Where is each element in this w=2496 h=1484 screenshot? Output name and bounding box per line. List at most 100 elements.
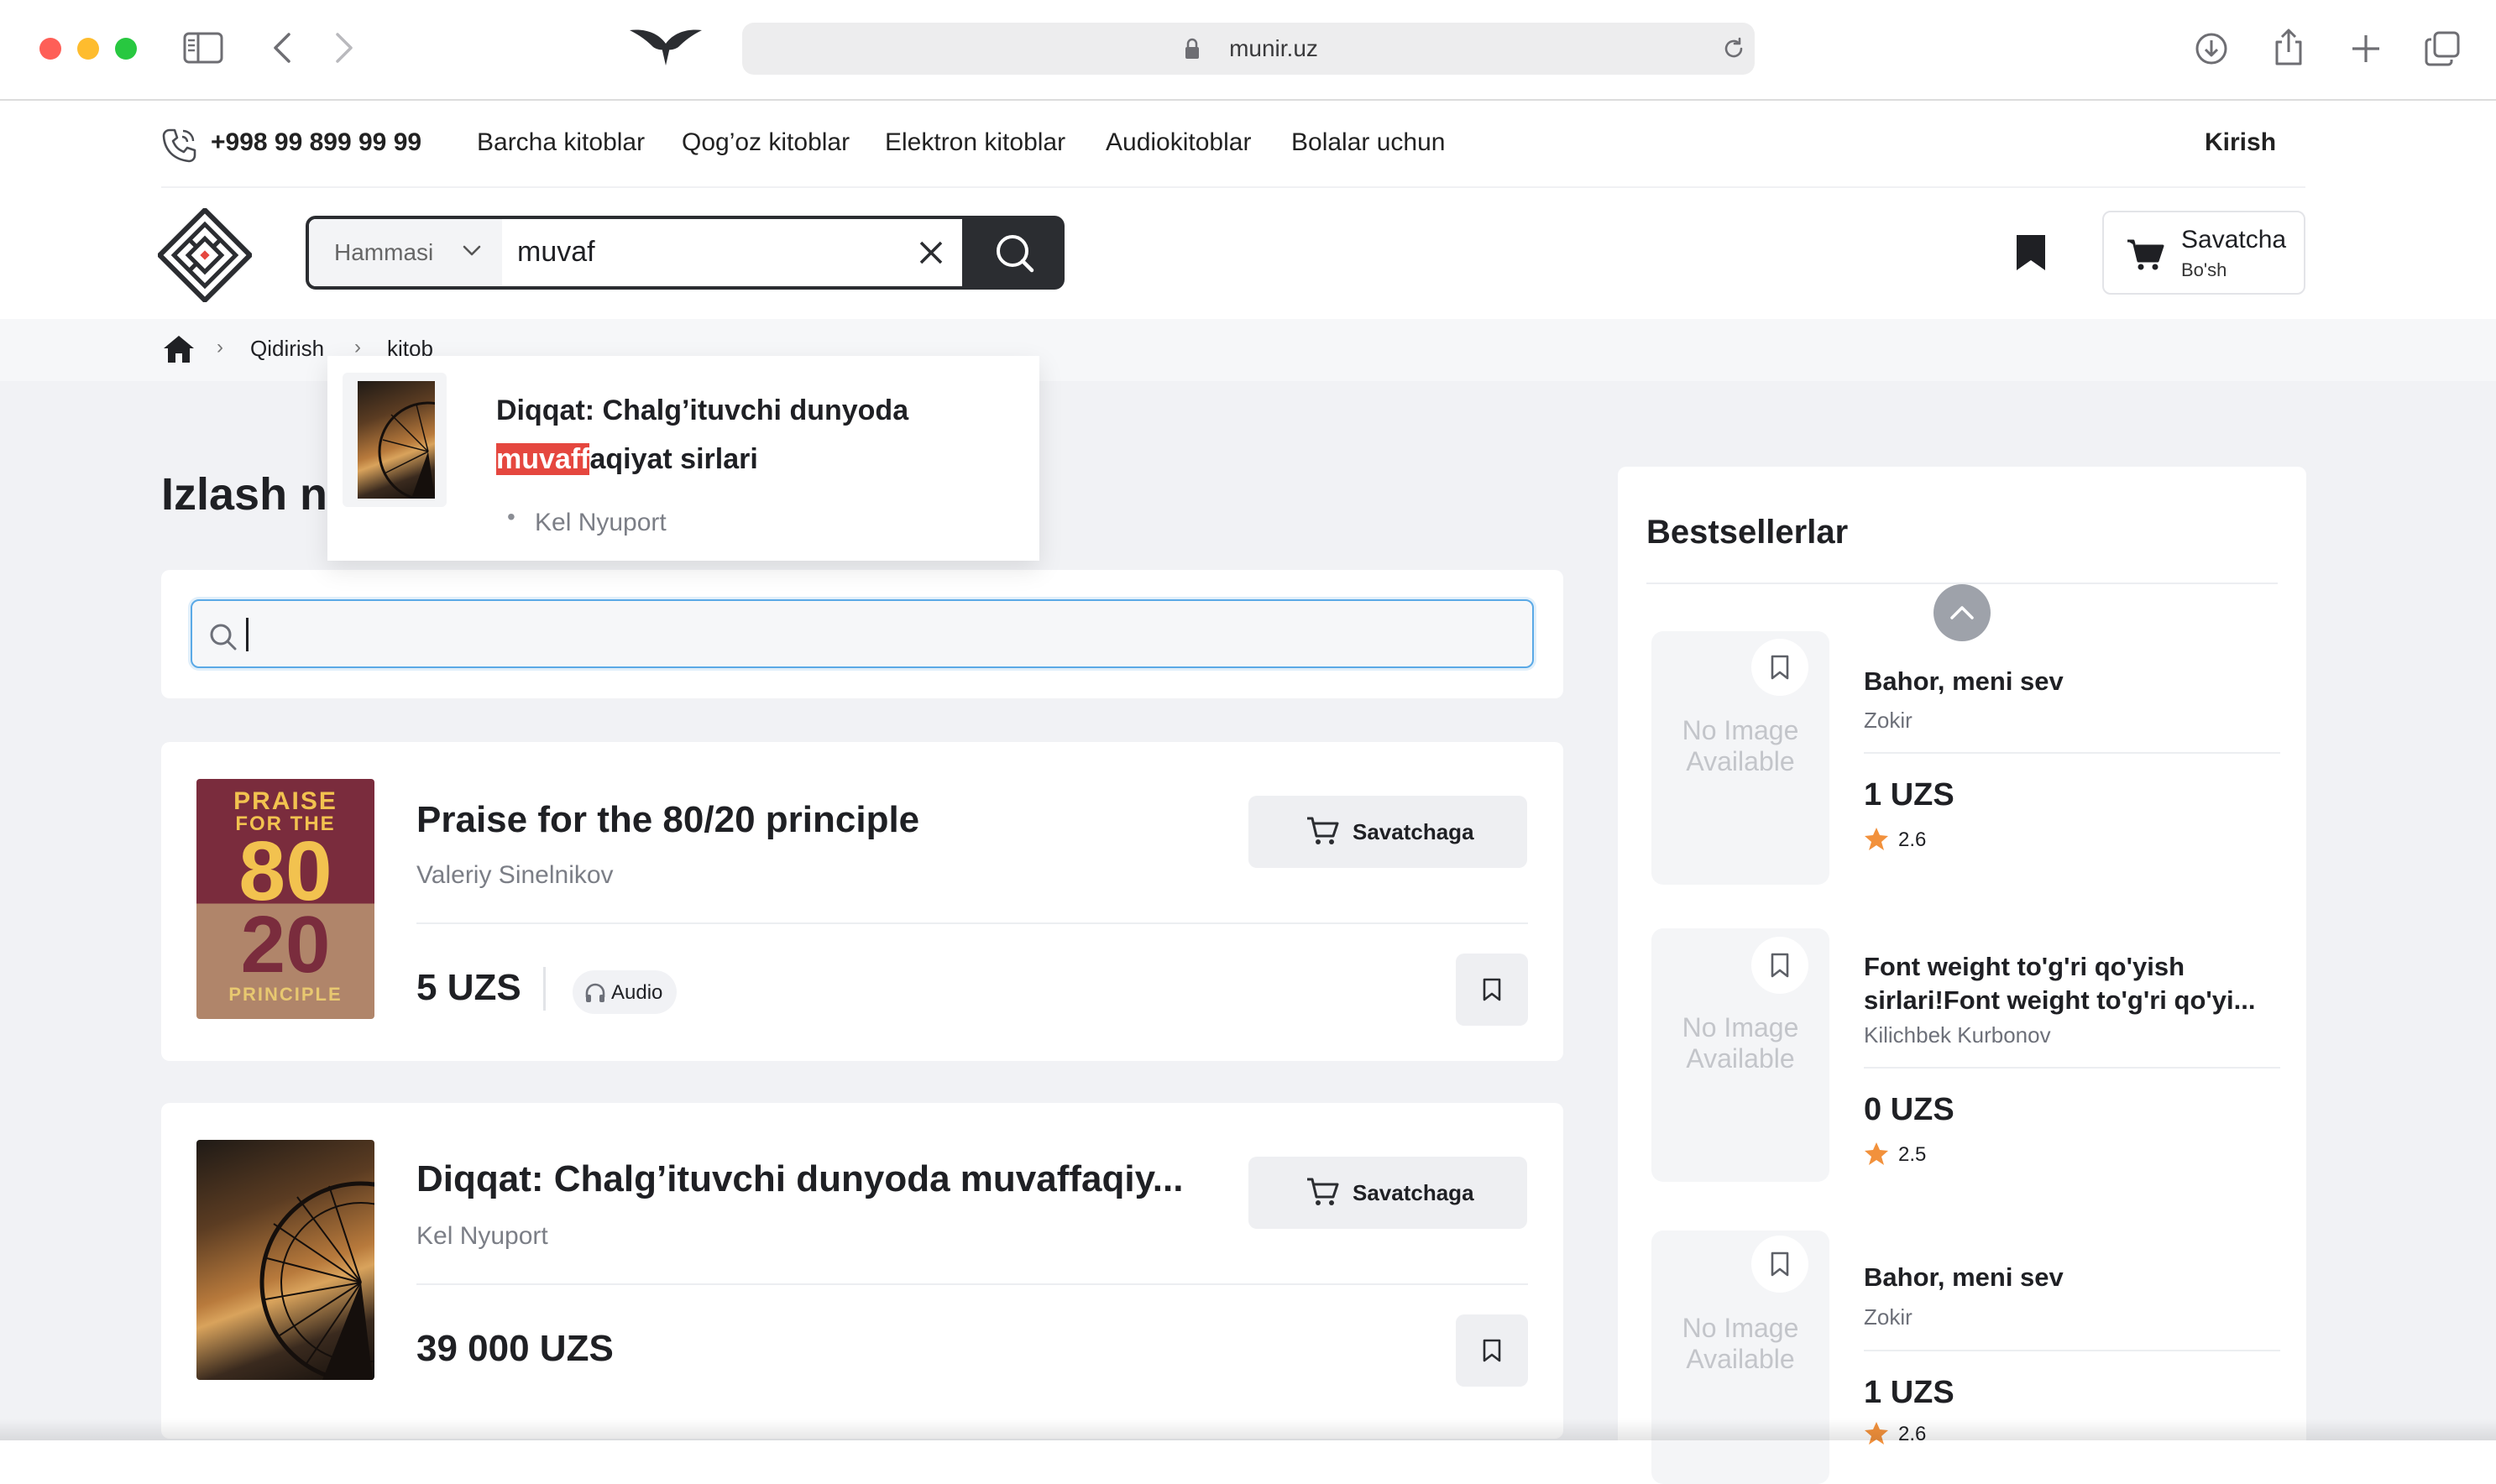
- breadcrumb-separator-icon: ›: [217, 336, 223, 358]
- bestsellers-title: Bestsellerlar: [1646, 514, 1849, 551]
- maximize-window-button[interactable]: [115, 38, 137, 60]
- add-to-cart-button[interactable]: Savatchaga: [1248, 796, 1527, 868]
- new-tab-icon[interactable]: [2349, 32, 2383, 65]
- bookmark-button[interactable]: [1456, 954, 1528, 1026]
- site-logo[interactable]: [158, 208, 252, 302]
- cover-number: 20: [240, 900, 331, 990]
- bestseller-author[interactable]: Zokir: [1864, 1304, 1913, 1330]
- chevron-up-icon: [1949, 603, 1975, 621]
- bestseller-title[interactable]: Bahor, meni sev: [1864, 666, 2064, 697]
- book-title[interactable]: Praise for the 80/20 principle: [416, 799, 919, 841]
- address-bar[interactable]: munir.uz: [742, 23, 1755, 75]
- back-icon[interactable]: [272, 32, 292, 64]
- add-to-cart-button[interactable]: Savatchaga: [1248, 1157, 1527, 1229]
- phone-number[interactable]: +998 99 899 99 99: [211, 128, 421, 157]
- header-search: Hammasi muvaf: [306, 216, 1065, 290]
- sidebar-icon[interactable]: [183, 32, 223, 64]
- url-text: munir.uz: [1229, 35, 1318, 61]
- nav-link-kids[interactable]: Bolalar uchun: [1291, 128, 1445, 157]
- cart-button[interactable]: Savatcha Bo'sh: [2102, 211, 2305, 295]
- ferris-wheel-illustration: [259, 1181, 374, 1380]
- bookmark-icon: [1770, 952, 1790, 979]
- book-author[interactable]: Kel Nyuport: [416, 1222, 548, 1251]
- bookmark-icon: [1482, 977, 1502, 1002]
- scroll-up-button[interactable]: [1933, 584, 1991, 641]
- no-image-text: No Image Available: [1682, 1012, 1799, 1074]
- bestseller-divider: [1864, 752, 2280, 754]
- bestseller-divider: [1864, 1350, 2280, 1351]
- bestseller-title[interactable]: Bahor, meni sev: [1864, 1262, 2064, 1293]
- book-author[interactable]: Valeriy Sinelnikov: [416, 861, 614, 890]
- book-cover-80-20[interactable]: PRAISE FOR THE 80 20 PRINCIPLE: [196, 779, 374, 1019]
- bookmark-icon: [1770, 1251, 1790, 1278]
- card-divider: [416, 922, 1528, 924]
- suggestion-title-line2[interactable]: muvaffaqiyat sirlari: [496, 443, 758, 476]
- nav-divider: [161, 186, 2305, 188]
- book-price: 5 UZS: [416, 967, 521, 1008]
- bestseller-bookmark-button[interactable]: [1751, 639, 1808, 696]
- suggestion-match-highlight: muvaff: [496, 443, 590, 475]
- cover-text: PRAISE: [233, 787, 338, 815]
- format-badge-label: Audio: [611, 981, 663, 1004]
- reload-icon[interactable]: [1721, 36, 1746, 61]
- search-button[interactable]: [962, 216, 1065, 290]
- bestseller-price: 1 UZS: [1864, 1375, 1954, 1410]
- search-icon: [994, 233, 1034, 273]
- home-icon[interactable]: [162, 334, 196, 364]
- bestseller-bookmark-button[interactable]: [1751, 937, 1808, 994]
- book-cover-ferris-wheel[interactable]: [196, 1140, 374, 1380]
- price-divider: [543, 967, 546, 1011]
- bestseller-author[interactable]: Zokir: [1864, 708, 1913, 734]
- add-to-cart-label: Savatchaga: [1353, 1180, 1474, 1205]
- download-icon[interactable]: [2195, 32, 2228, 65]
- ferris-wheel-illustration: [378, 401, 435, 499]
- suggestion-title-rest: aqiyat sirlari: [589, 443, 758, 475]
- chevron-down-icon: [462, 244, 482, 258]
- bestseller-title[interactable]: Font weight to'g'ri qo'yish sirlari!Font…: [1864, 950, 2284, 1017]
- cart-icon: [2126, 238, 2164, 271]
- nav-link-audiobooks[interactable]: Audiokitoblar: [1106, 128, 1251, 157]
- bestsellers-panel: Bestsellerlar No Image Available Bahor, …: [1618, 467, 2306, 1484]
- nav-link-all-books[interactable]: Barcha kitoblar: [477, 128, 645, 157]
- bookmark-button[interactable]: [1456, 1314, 1528, 1387]
- headphones-icon: [584, 982, 606, 1004]
- nav-link-paper-books[interactable]: Qog’oz kitoblar: [682, 128, 850, 157]
- cart-icon: [1306, 816, 1339, 846]
- suggestion-thumbnail[interactable]: [343, 373, 447, 507]
- bookmarks-icon[interactable]: [2015, 233, 2047, 272]
- book-price: 39 000 UZS: [416, 1328, 614, 1369]
- results-search-input[interactable]: [191, 599, 1534, 668]
- cart-label: Savatcha: [2181, 226, 2287, 253]
- suggestion-title-line1[interactable]: Diqqat: Chalg’ituvchi dunyoda: [496, 395, 908, 427]
- result-card: Diqqat: Chalg’ituvchi dunyoda muvaffaqiy…: [161, 1103, 1563, 1439]
- tabs-overview-icon[interactable]: [2425, 31, 2460, 66]
- cart-status: Bo'sh: [2181, 259, 2227, 280]
- search-category-select[interactable]: Hammasi: [309, 219, 502, 286]
- browser-toolbar: munir.uz: [0, 0, 2496, 101]
- nav-link-ebooks[interactable]: Elektron kitoblar: [885, 128, 1065, 157]
- suggestion-author[interactable]: Kel Nyuport: [535, 509, 667, 537]
- bestseller-bookmark-button[interactable]: [1751, 1236, 1808, 1293]
- bestseller-divider: [1864, 1067, 2280, 1069]
- minimize-window-button[interactable]: [77, 38, 99, 60]
- bestseller-author[interactable]: Kilichbek Kurbonov: [1864, 1022, 2051, 1048]
- clear-search-icon[interactable]: [918, 240, 944, 265]
- cart-icon: [1306, 1177, 1339, 1207]
- bookmark-icon: [1482, 1338, 1502, 1363]
- book-title[interactable]: Diqqat: Chalg’ituvchi dunyoda muvaffaqiy…: [416, 1158, 1183, 1200]
- phone-icon: [161, 128, 196, 163]
- result-card: PRAISE FOR THE 80 20 PRINCIPLE Praise fo…: [161, 742, 1563, 1061]
- search-category-value: Hammasi: [334, 239, 434, 265]
- login-link[interactable]: Kirish: [2205, 128, 2276, 157]
- text-cursor: [246, 618, 249, 651]
- header-search-input[interactable]: muvaf: [517, 236, 595, 269]
- page-title: Izlash n: [161, 469, 328, 520]
- star-icon: [1864, 826, 1889, 851]
- forward-icon[interactable]: [334, 32, 354, 64]
- breadcrumb-item-search[interactable]: Qidirish: [250, 336, 324, 362]
- share-icon[interactable]: [2272, 27, 2305, 67]
- bestseller-rating: 2.6: [1898, 828, 1927, 851]
- close-window-button[interactable]: [39, 38, 61, 60]
- bestseller-price: 1 UZS: [1864, 777, 1954, 813]
- add-to-cart-label: Savatchaga: [1353, 819, 1474, 844]
